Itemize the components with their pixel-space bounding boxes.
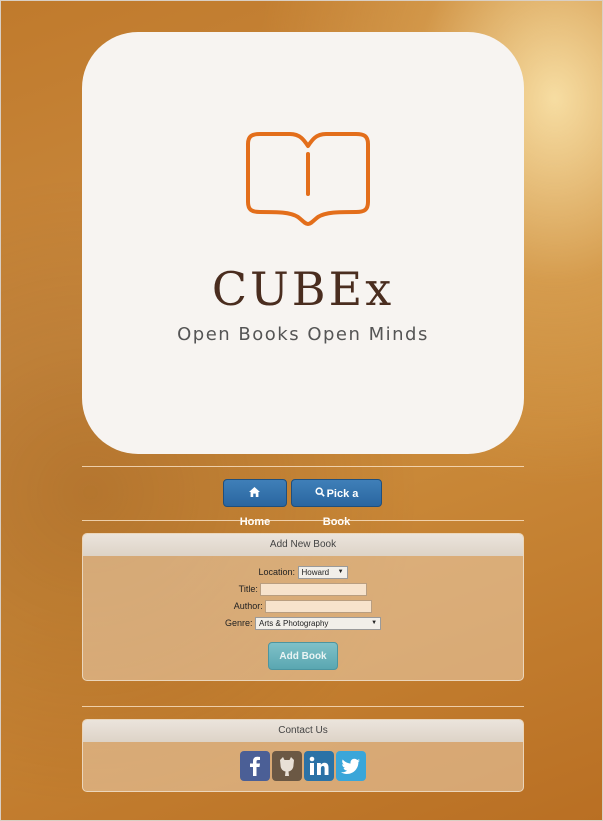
location-row: Location: Howard ▼ (83, 564, 523, 581)
github-icon[interactable] (272, 751, 302, 781)
divider (82, 520, 524, 521)
main-nav: Home Pick a Book (1, 479, 603, 528)
search-icon (315, 480, 325, 508)
linkedin-icon[interactable] (304, 751, 334, 781)
social-links (83, 742, 523, 781)
genre-row: Genre: Arts & Photography ▼ (83, 615, 523, 632)
brand-tagline: Open Books Open Minds (177, 324, 429, 345)
twitter-icon[interactable] (336, 751, 366, 781)
genre-value: Arts & Photography (259, 619, 329, 629)
home-label: Home (239, 516, 271, 528)
contact-header: Contact Us (83, 720, 523, 742)
home-icon (248, 480, 260, 508)
location-label: Location: (258, 567, 295, 577)
genre-select[interactable]: Arts & Photography ▼ (255, 617, 382, 631)
open-book-icon (246, 132, 370, 226)
contact-panel: Contact Us (82, 719, 524, 792)
chevron-down-icon: ▼ (337, 569, 344, 576)
divider (82, 706, 524, 707)
title-input[interactable] (260, 583, 368, 597)
pick-a-book-button[interactable]: Pick a Book (291, 479, 382, 528)
author-label: Author: (233, 601, 263, 611)
home-button[interactable]: Home (223, 479, 287, 528)
add-book-header: Add New Book (83, 534, 523, 556)
divider (82, 466, 524, 467)
logo-card: CUBEx Open Books Open Minds (82, 32, 524, 454)
chevron-down-icon: ▼ (371, 620, 378, 627)
author-row: Author: (83, 598, 523, 615)
genre-label: Genre: (224, 618, 253, 628)
pick-a-book-label: Pick a Book (322, 488, 359, 528)
add-book-panel: Add New Book Location: Howard ▼ Title: Au… (82, 533, 524, 681)
title-label: Title: (238, 584, 258, 594)
location-select[interactable]: Howard ▼ (297, 566, 348, 580)
add-book-button[interactable]: Add Book (268, 642, 338, 670)
brand-name: CUBEx (211, 262, 395, 316)
location-value: Howard (301, 568, 330, 578)
facebook-icon[interactable] (240, 751, 270, 781)
title-row: Title: (83, 581, 523, 598)
author-input[interactable] (265, 600, 373, 614)
